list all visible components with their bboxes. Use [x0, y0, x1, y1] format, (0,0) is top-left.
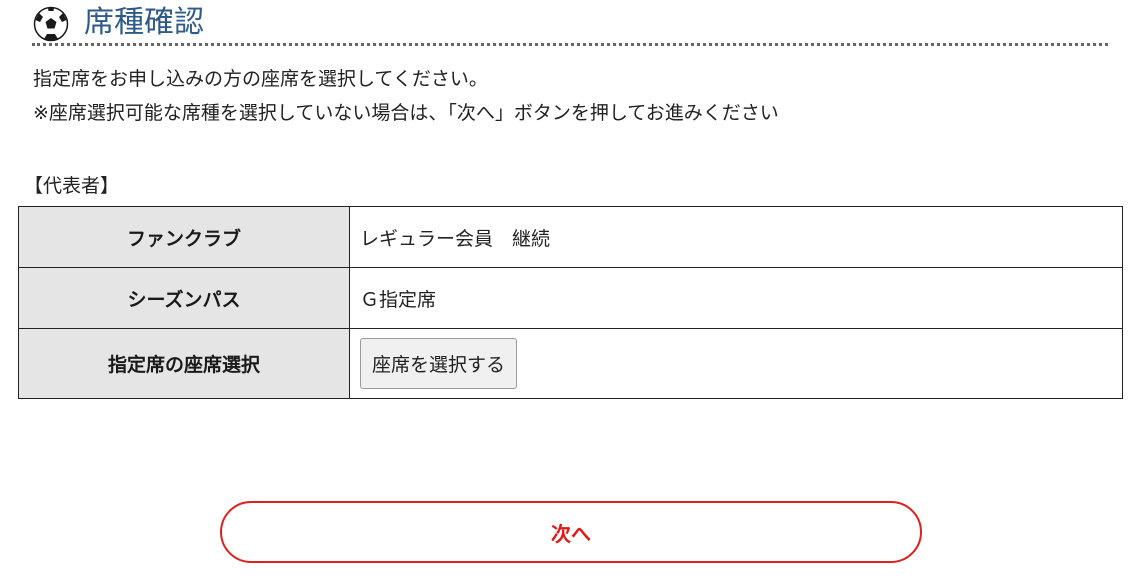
- representative-table: ファンクラブ レギュラー会員 継続 シーズンパス Ｇ指定席 指定席の座席選択 座…: [18, 206, 1123, 399]
- fanclub-value: レギュラー会員 継続: [349, 206, 1123, 268]
- instructions: 指定席をお申し込みの方の座席を選択してください。 ※座席選択可能な席種を選択して…: [33, 62, 779, 130]
- seat-selection-header: 指定席の座席選択: [18, 328, 350, 399]
- page-title: 席種確認: [84, 5, 204, 40]
- seasonpass-header: シーズンパス: [18, 267, 350, 329]
- table-row: シーズンパス Ｇ指定席: [18, 267, 1123, 329]
- instruction-line-2: ※座席選択可能な席種を選択していない場合は、「次へ」ボタンを押してお進みください: [33, 102, 779, 124]
- instruction-line-1: 指定席をお申し込みの方の座席を選択してください。: [33, 68, 488, 90]
- table-row: 指定席の座席選択 座席を選択する: [18, 328, 1123, 399]
- page-header: 席種確認: [32, 0, 1108, 46]
- fanclub-header: ファンクラブ: [18, 206, 350, 268]
- table-row: ファンクラブ レギュラー会員 継続: [18, 206, 1123, 268]
- soccer-ball-icon: [33, 6, 69, 42]
- seat-selection-cell: 座席を選択する: [349, 328, 1123, 399]
- seasonpass-value: Ｇ指定席: [349, 267, 1123, 329]
- next-button[interactable]: 次へ: [220, 501, 922, 563]
- select-seat-button[interactable]: 座席を選択する: [360, 338, 518, 389]
- representative-label: 【代表者】: [24, 175, 120, 197]
